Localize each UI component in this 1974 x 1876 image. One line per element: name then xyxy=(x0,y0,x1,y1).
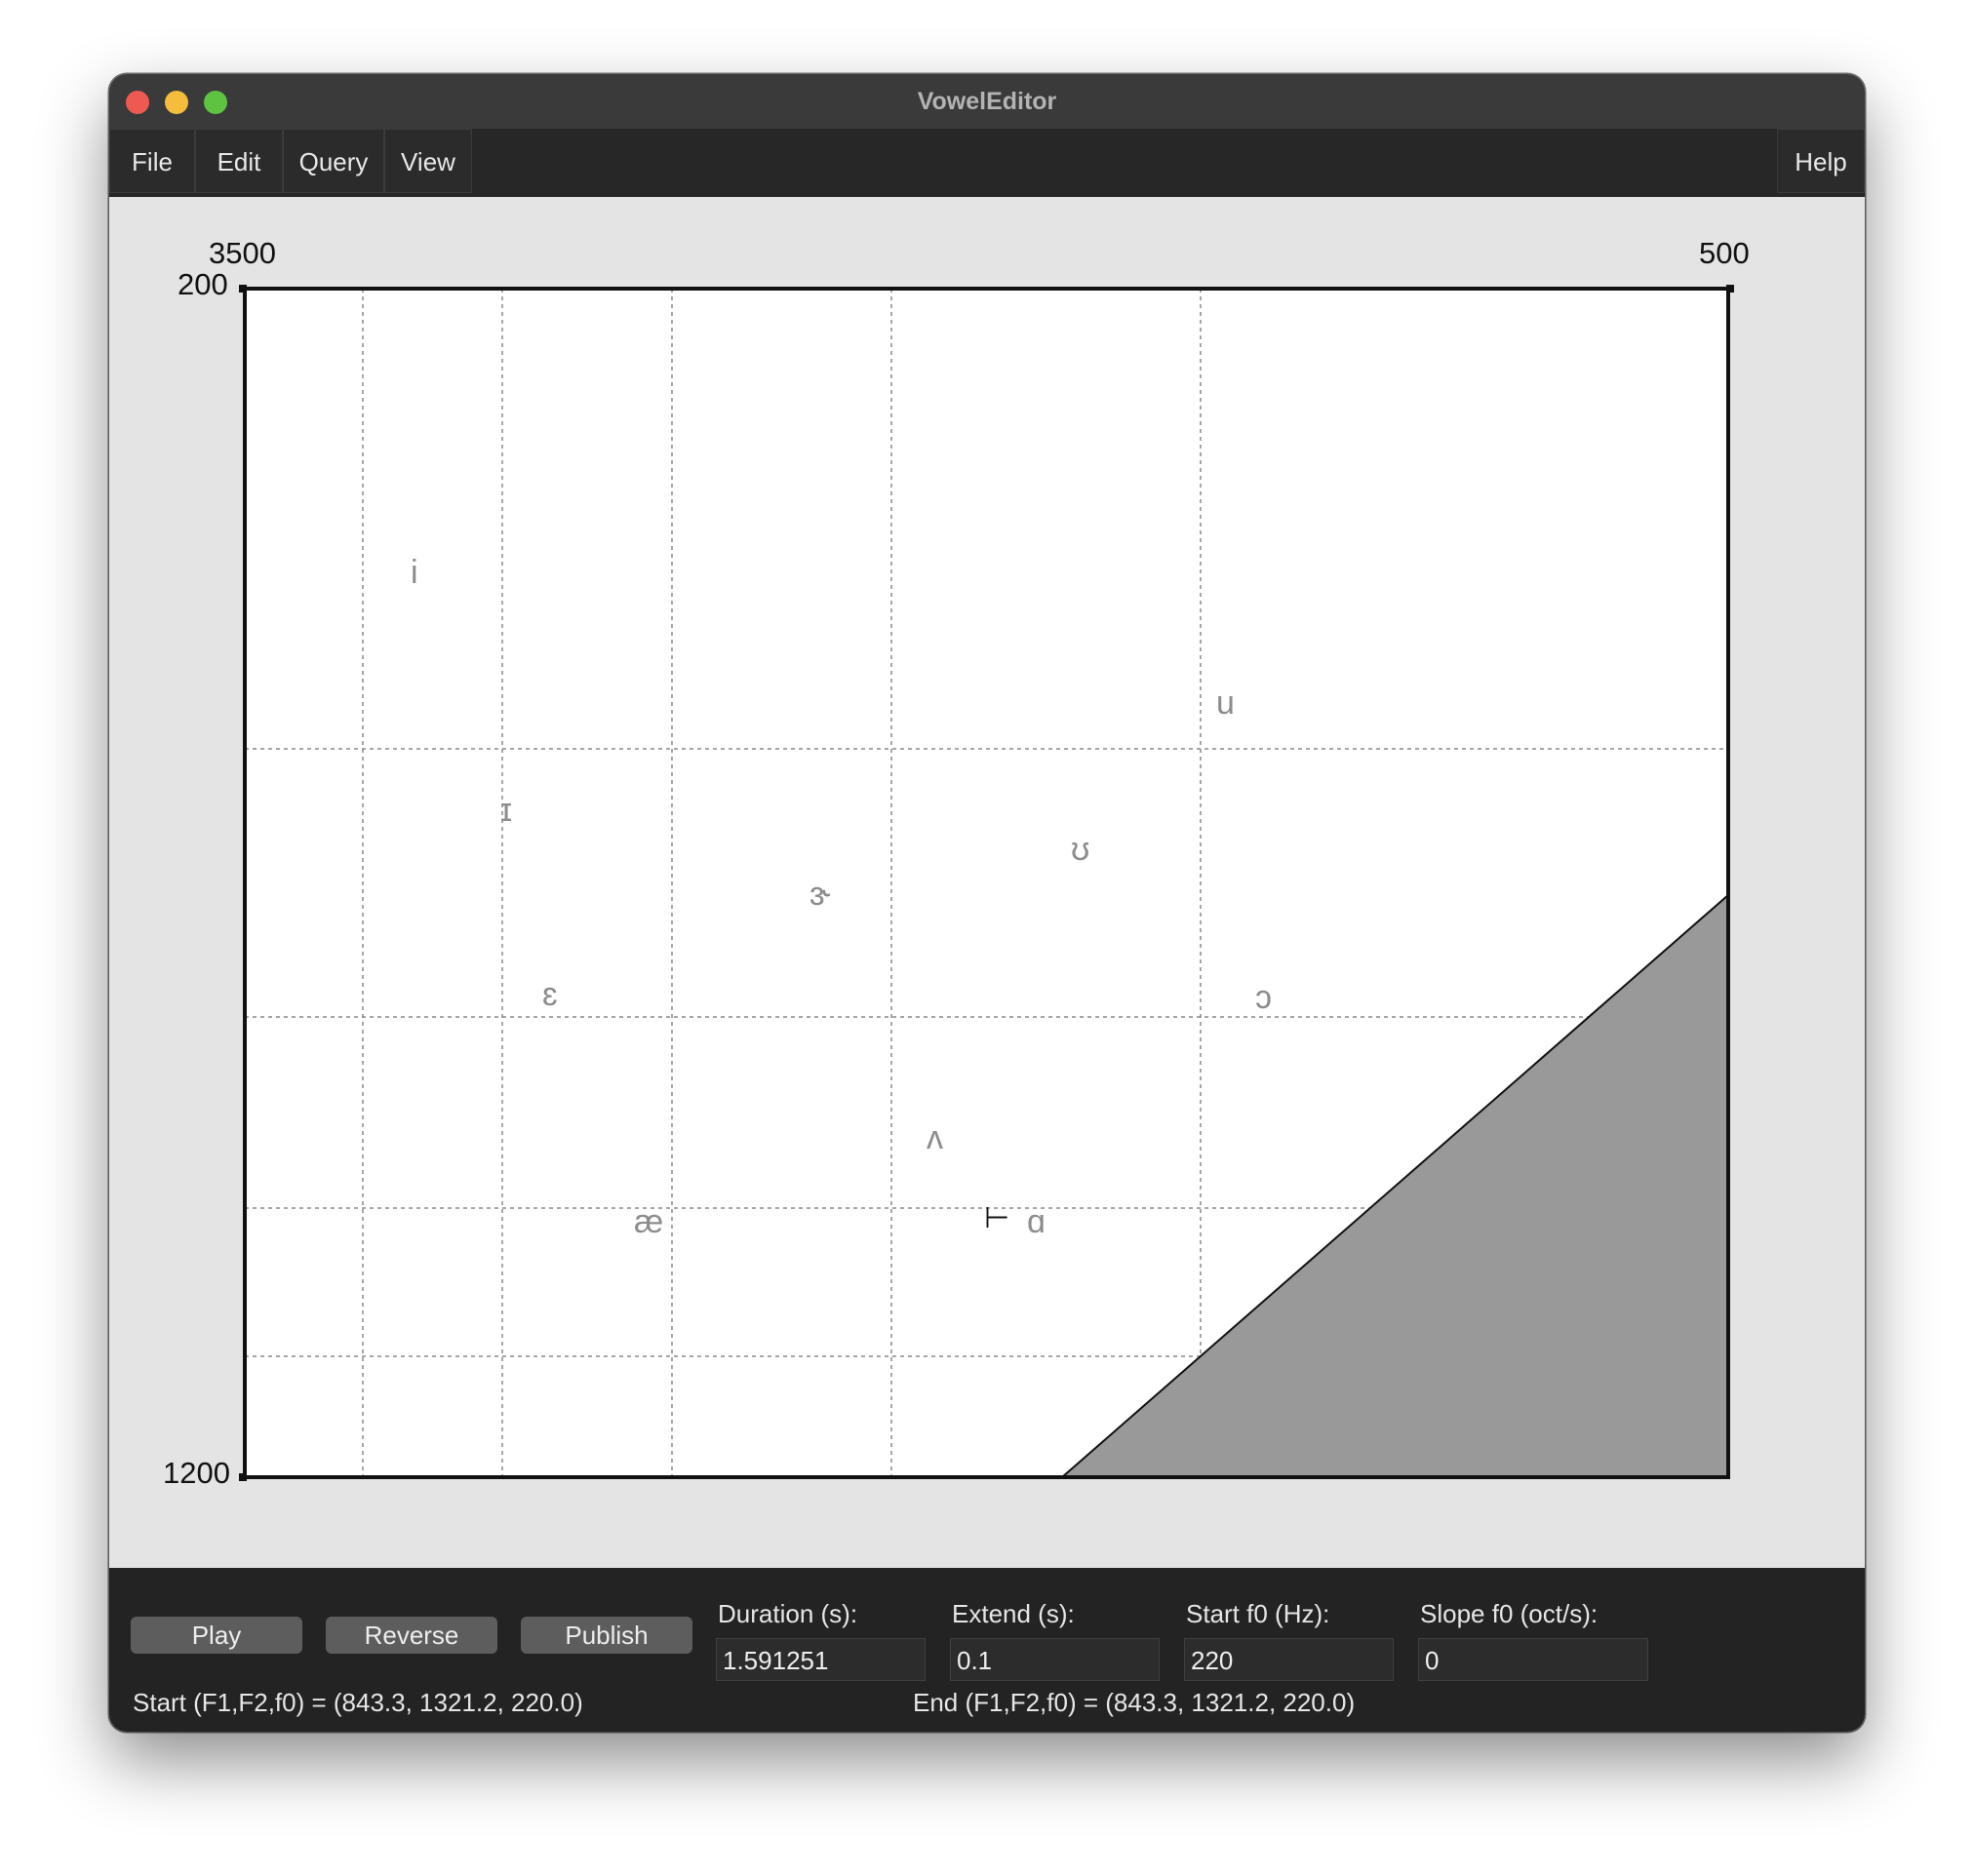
vowel-aa: ɑ xyxy=(1027,1203,1046,1240)
menu-edit[interactable]: Edit xyxy=(195,129,283,193)
f1-bottom-label: 1200 xyxy=(163,1456,230,1490)
end-status: End (F1,F2,f0) = (843.3, 1321.2, 220.0) xyxy=(913,1688,1356,1717)
vowel-plot[interactable] xyxy=(109,197,1865,1568)
extend-field[interactable]: 0.1 xyxy=(950,1638,1160,1681)
vowel-plot-area[interactable]: 3500 500 200 1200 i u ɪ ʊ ɝ ɛ ɔ ʌ æ ɑ ⊢ xyxy=(109,197,1865,1568)
vowel-er: ɝ xyxy=(809,876,831,913)
extend-label: Extend (s): xyxy=(952,1599,1075,1628)
window-title: VowelEditor xyxy=(917,88,1057,115)
vowel-wedge: ʌ xyxy=(927,1119,943,1156)
f1-top-label: 200 xyxy=(178,267,228,301)
menu-help[interactable]: Help xyxy=(1777,129,1865,193)
slope-f0-field[interactable]: 0 xyxy=(1418,1638,1648,1681)
menu-view[interactable]: View xyxy=(384,129,472,193)
vowel-ih: ɪ xyxy=(500,792,513,829)
menu-file[interactable]: File xyxy=(109,129,195,193)
start-status: Start (F1,F2,f0) = (843.3, 1321.2, 220.0… xyxy=(133,1688,583,1717)
vowel-editor-window: VowelEditor File Edit Query View Help 35… xyxy=(109,74,1865,1732)
play-button[interactable]: Play xyxy=(131,1617,302,1654)
vowel-aw: ɔ xyxy=(1255,979,1272,1016)
vowel-i: i xyxy=(411,554,418,591)
vowel-ae: æ xyxy=(634,1203,664,1240)
publish-button[interactable]: Publish xyxy=(521,1617,692,1654)
control-panel: Play Reverse Publish Duration (s): 1.591… xyxy=(109,1568,1865,1732)
duration-field[interactable]: 1.591251 xyxy=(716,1638,926,1681)
menu-query[interactable]: Query xyxy=(283,129,384,193)
vowel-uh: ʊ xyxy=(1071,831,1090,868)
title-bar: VowelEditor xyxy=(109,74,1865,130)
vowel-eh: ɛ xyxy=(542,976,558,1013)
f2-left-label: 3500 xyxy=(209,236,276,270)
f2-right-label: 500 xyxy=(1699,236,1750,270)
reverse-button[interactable]: Reverse xyxy=(326,1617,497,1654)
start-f0-field[interactable]: 220 xyxy=(1184,1638,1394,1681)
menu-bar: File Edit Query View Help xyxy=(109,129,1865,197)
start-f0-label: Start f0 (Hz): xyxy=(1186,1599,1330,1628)
duration-label: Duration (s): xyxy=(718,1599,858,1628)
slope-f0-label: Slope f0 (oct/s): xyxy=(1420,1599,1599,1628)
vowel-u: u xyxy=(1216,684,1235,722)
trajectory-marker[interactable]: ⊢ xyxy=(984,1201,1009,1235)
